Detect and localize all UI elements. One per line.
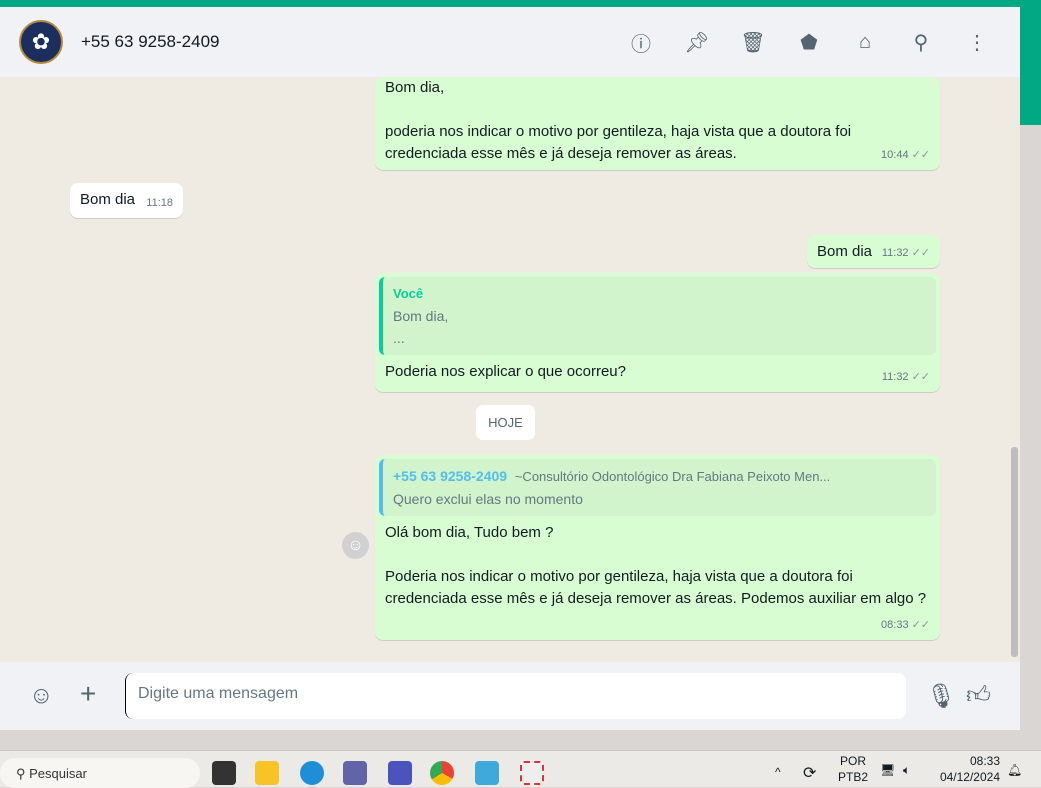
chrome-icon[interactable] <box>430 761 454 785</box>
quote-text: Bom dia, <box>393 308 449 324</box>
sync-icon[interactable]: ⟳ <box>803 763 816 783</box>
quoted-message[interactable]: Você Bom dia, ... <box>379 277 936 355</box>
message-text: credenciada esse mês e já deseja remover… <box>385 590 927 607</box>
emoji-icon[interactable]: ☺ <box>29 682 54 710</box>
message-outgoing[interactable]: Bom dia, poderia nos indicar o motivo po… <box>375 77 940 170</box>
message-incoming[interactable]: Bom dia 11:18 <box>70 183 183 218</box>
store-icon[interactable]: ⌂ <box>852 29 878 55</box>
message-time: 11:32 ✓✓ <box>881 247 930 259</box>
message-text: Bom dia <box>817 243 873 260</box>
window-top-bar <box>0 0 1041 7</box>
taskbar: ⚲ Pesquisar ^ ⟳ POR PTB2 🖥︎ 🔈︎ 08:33 04/12… <box>0 750 1041 788</box>
taskbar-search[interactable]: ⚲ Pesquisar <box>0 758 200 788</box>
teams-icon[interactable] <box>343 761 367 785</box>
background <box>1020 125 1041 750</box>
scrollbar[interactable] <box>1011 447 1018 657</box>
notification-bell-icon[interactable]: 🔔︎ <box>1007 763 1022 777</box>
attach-plus-icon[interactable]: + <box>80 678 96 710</box>
message-outgoing[interactable]: +55 63 9258-2409 ~Consultório Odontológi… <box>375 455 940 640</box>
language-indicator[interactable]: POR PTB2 <box>838 753 868 785</box>
read-ticks-icon: ✓✓ <box>911 149 930 161</box>
volume-icon[interactable]: 🔈︎ <box>903 763 910 778</box>
message-text: poderia nos indicar o motivo por gentile… <box>385 123 852 140</box>
delete-icon[interactable]: 🗑︎ <box>740 29 766 55</box>
message-text: Poderia nos indicar o motivo por gentile… <box>385 568 853 585</box>
message-outgoing[interactable]: Você Bom dia, ... Poderia nos explicar o… <box>375 273 940 392</box>
quote-pushname: ~Consultório Odontológico Dra Fabiana Pe… <box>514 469 831 484</box>
quote-text: Quero exclui elas no momento <box>393 491 583 507</box>
message-time: 11:32 ✓✓ <box>881 371 930 383</box>
composer: ☺ + Digite uma mensagem 🎙︎ 👍︎ <box>0 662 1020 730</box>
contact-name[interactable]: +55 63 9258-2409 <box>81 32 220 52</box>
background-accent <box>1020 0 1041 125</box>
thumbs-up-icon[interactable]: 👍︎ <box>966 682 991 710</box>
message-time: 10:44 ✓✓ <box>881 149 930 161</box>
message-input[interactable]: Digite uma mensagem <box>125 673 906 719</box>
menu-icon[interactable]: ⋮ <box>964 29 990 55</box>
chat-header: ✿ +55 63 9258-2409 ⓘ 📌︎ 🗑︎ ⬟ ⌂ ⚲ ⋮ <box>0 7 1020 77</box>
message-time: 08:33 ✓✓ <box>881 619 930 631</box>
clock[interactable]: 08:33 04/12/2024 <box>935 753 1000 785</box>
quote-author: +55 63 9258-2409 <box>393 468 508 484</box>
message-text: Bom dia <box>80 191 136 208</box>
message-text: Poderia nos explicar o que ocorreu? <box>385 363 626 380</box>
microphone-icon[interactable]: 🎙︎ <box>926 682 956 711</box>
notepad-icon[interactable] <box>475 761 499 785</box>
react-emoji-icon[interactable]: ☺ <box>342 532 369 559</box>
info-icon[interactable]: ⓘ <box>628 29 654 56</box>
snipping-tool-icon[interactable] <box>520 761 544 785</box>
read-ticks-icon: ✓✓ <box>911 619 930 631</box>
task-view-icon[interactable] <box>212 761 236 785</box>
chevron-up-icon[interactable]: ^ <box>775 765 781 779</box>
quote-text: ... <box>393 330 405 346</box>
message-outgoing[interactable]: Bom dia 11:32 ✓✓ <box>807 235 940 268</box>
date-divider: HOJE <box>476 405 535 440</box>
message-text: credenciada esse mês e já deseja remover… <box>385 145 737 162</box>
message-time: 11:18 <box>146 197 173 209</box>
quoted-message[interactable]: +55 63 9258-2409 ~Consultório Odontológi… <box>379 459 936 516</box>
edge-icon[interactable] <box>300 761 324 785</box>
search-icon[interactable]: ⚲ <box>908 29 934 55</box>
message-text: Bom dia, <box>385 79 445 96</box>
teams-icon[interactable] <box>388 761 412 785</box>
message-text: Olá bom dia, Tudo bem ? <box>385 524 554 541</box>
label-icon[interactable]: ⬟ <box>796 29 822 55</box>
contact-avatar[interactable]: ✿ <box>19 20 63 64</box>
pin-icon[interactable]: 📌︎ <box>684 29 710 55</box>
read-ticks-icon: ✓✓ <box>911 371 930 383</box>
quote-author: Você <box>393 286 424 301</box>
network-icon[interactable]: 🖥︎ <box>880 763 895 777</box>
read-ticks-icon: ✓✓ <box>911 247 930 259</box>
message-list: Bom dia, poderia nos indicar o motivo po… <box>0 77 1020 662</box>
file-explorer-icon[interactable] <box>255 761 279 785</box>
